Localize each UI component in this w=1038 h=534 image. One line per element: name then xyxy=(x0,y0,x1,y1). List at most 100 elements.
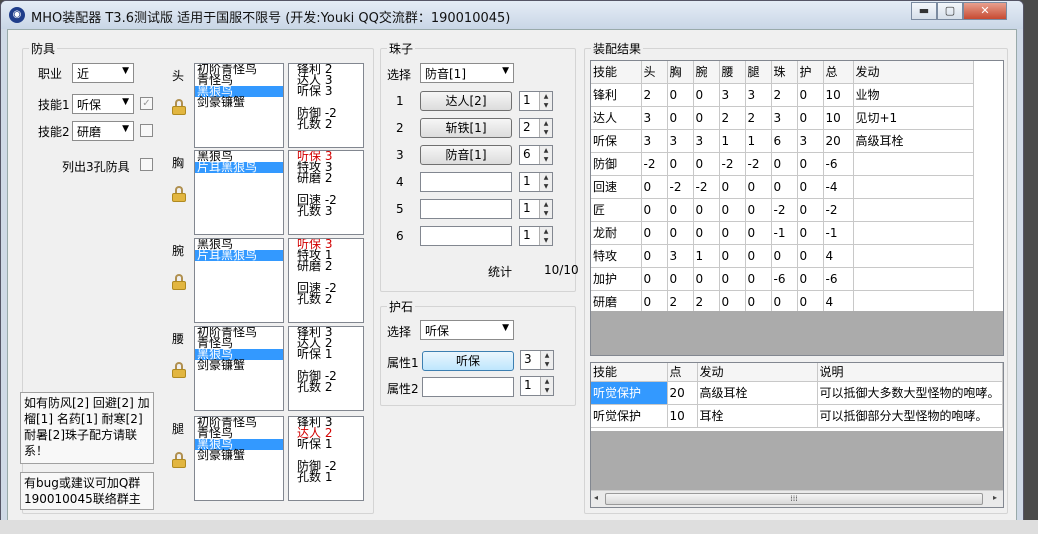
armor-piece-item[interactable]: 片耳黑狼鸟 xyxy=(195,249,283,261)
armor-piece-item[interactable]: 片耳黑狼鸟 xyxy=(195,161,283,173)
charm-select[interactable]: 听保 ▼ xyxy=(420,320,514,340)
result-column-header[interactable]: 头 xyxy=(641,61,668,84)
lock-icon[interactable] xyxy=(172,99,186,115)
charm-attr1-spinner[interactable]: 3 ▲ ▼ xyxy=(520,350,554,370)
result-column-header[interactable]: 腿 xyxy=(745,61,772,84)
result-cell: 3 xyxy=(719,83,746,107)
result-row[interactable]: 防御 -2 0 0 -2 -2 0 0 -6 xyxy=(591,152,974,176)
result-column-header[interactable]: 技能 xyxy=(591,61,642,84)
detail-column-header[interactable]: 发动 xyxy=(697,363,818,382)
jewel-slot-button[interactable] xyxy=(420,172,512,192)
armor-piece-list[interactable]: 初阶青怪鸟 青怪鸟 黑狼鸟 剑豪镰蟹 xyxy=(194,326,284,411)
spin-down-icon[interactable]: ▼ xyxy=(541,386,553,395)
jewel-select[interactable]: 防音[1] ▼ xyxy=(420,63,514,83)
spin-up-icon[interactable]: ▲ xyxy=(541,377,553,386)
lock-icon[interactable] xyxy=(172,274,186,290)
jewel-count-spinner[interactable]: 2 ▲ ▼ xyxy=(519,118,553,138)
spinner-arrows[interactable]: ▲ ▼ xyxy=(539,173,552,191)
result-column-header[interactable]: 护 xyxy=(797,61,824,84)
result-row[interactable]: 匠 0 0 0 0 0 -2 0 -2 xyxy=(591,198,974,222)
list3-checkbox[interactable] xyxy=(140,158,153,171)
spin-up-icon[interactable]: ▲ xyxy=(540,119,552,128)
charm-attr2-spinner[interactable]: 1 ▲ ▼ xyxy=(520,376,554,396)
detail-column-header[interactable]: 技能 xyxy=(591,363,668,382)
spin-down-icon[interactable]: ▼ xyxy=(540,128,552,137)
jewel-count: 2 xyxy=(523,120,531,134)
charm-attr2-button[interactable] xyxy=(422,377,514,397)
result-row[interactable]: 龙耐 0 0 0 0 0 -1 0 -1 xyxy=(591,221,974,245)
jewel-count-spinner[interactable]: 1 ▲ ▼ xyxy=(519,226,553,246)
spin-up-icon[interactable]: ▲ xyxy=(540,92,552,101)
detail-row[interactable]: 听觉保护 20 高级耳栓 可以抵御大多数大型怪物的咆哮。 xyxy=(591,381,1003,405)
spinner-arrows[interactable]: ▲ ▼ xyxy=(539,227,552,245)
spin-down-icon[interactable]: ▼ xyxy=(540,209,552,218)
result-row[interactable]: 达人 3 0 0 2 2 3 0 10 见切+1 xyxy=(591,106,974,130)
lock-icon[interactable] xyxy=(172,186,186,202)
skill1-select[interactable]: 听保 ▼ xyxy=(72,94,134,114)
armor-piece-list[interactable]: 初阶青怪鸟 青怪鸟 黑狼鸟 剑豪镰蟹 xyxy=(194,416,284,501)
jewel-row-number: 4 xyxy=(396,175,404,189)
spin-up-icon[interactable]: ▲ xyxy=(540,146,552,155)
spinner-arrows[interactable]: ▲ ▼ xyxy=(539,92,552,110)
spinner-arrows[interactable]: ▲ ▼ xyxy=(540,351,553,369)
spinner-arrows[interactable]: ▲ ▼ xyxy=(539,146,552,164)
spin-up-icon[interactable]: ▲ xyxy=(540,227,552,236)
result-column-header[interactable]: 胸 xyxy=(667,61,694,84)
detail-column-header[interactable]: 点 xyxy=(667,363,698,382)
result-row[interactable]: 听保 3 3 3 1 1 6 3 20 高级耳栓 xyxy=(591,129,974,153)
result-row[interactable]: 回速 0 -2 -2 0 0 0 0 -4 xyxy=(591,175,974,199)
result-row[interactable]: 加护 0 0 0 0 0 -6 0 -6 xyxy=(591,267,974,291)
spin-down-icon[interactable]: ▼ xyxy=(541,360,553,369)
result-column-header[interactable]: 总 xyxy=(823,61,854,84)
spinner-arrows[interactable]: ▲ ▼ xyxy=(540,377,553,395)
result-cell: 加护 xyxy=(591,267,642,291)
skill1-checkbox[interactable]: ✓ xyxy=(140,97,153,110)
result-row[interactable]: 锋利 2 0 0 3 3 2 0 10 业物 xyxy=(591,83,974,107)
charm-attr1-button[interactable]: 听保 xyxy=(422,351,514,371)
jewel-count-spinner[interactable]: 1 ▲ ▼ xyxy=(519,199,553,219)
maximize-button[interactable]: ▢ xyxy=(937,2,963,20)
spin-down-icon[interactable]: ▼ xyxy=(540,155,552,164)
armor-piece-item[interactable]: 剑豪镰蟹 xyxy=(195,96,283,108)
jewel-slot-button[interactable]: 防音[1] xyxy=(420,145,512,165)
minimize-button[interactable]: ▬ xyxy=(911,2,937,20)
spin-down-icon[interactable]: ▼ xyxy=(540,182,552,191)
lock-icon[interactable] xyxy=(172,452,186,468)
spinner-arrows[interactable]: ▲ ▼ xyxy=(539,200,552,218)
skill2-checkbox[interactable] xyxy=(140,124,153,137)
jewel-count-spinner[interactable]: 6 ▲ ▼ xyxy=(519,145,553,165)
jewel-slot-button[interactable] xyxy=(420,226,512,246)
scroll-right-icon[interactable]: ▸ xyxy=(993,493,997,502)
job-select[interactable]: 近 ▼ xyxy=(72,63,134,83)
jewel-slot-button[interactable]: 达人[2] xyxy=(420,91,512,111)
detail-hscrollbar[interactable]: ◂ ⁞⁞⁞ ▸ xyxy=(591,490,1003,507)
spinner-arrows[interactable]: ▲ ▼ xyxy=(539,119,552,137)
armor-piece-list[interactable]: 黑狼鸟 片耳黑狼鸟 xyxy=(194,238,284,323)
result-column-header[interactable]: 腰 xyxy=(719,61,746,84)
result-column-header[interactable]: 珠 xyxy=(771,61,798,84)
close-button[interactable]: ✕ xyxy=(963,2,1007,20)
armor-piece-list[interactable]: 初阶青怪鸟 青怪鸟 黑狼鸟 剑豪镰蟹 xyxy=(194,63,284,148)
armor-piece-item[interactable]: 剑豪镰蟹 xyxy=(195,359,283,371)
spin-up-icon[interactable]: ▲ xyxy=(541,351,553,360)
armor-piece-list[interactable]: 黑狼鸟 片耳黑狼鸟 xyxy=(194,150,284,235)
spin-up-icon[interactable]: ▲ xyxy=(540,173,552,182)
result-column-header[interactable]: 发动 xyxy=(853,61,974,84)
jewel-slot-button[interactable]: 斩铁[1] xyxy=(420,118,512,138)
result-row[interactable]: 特攻 0 3 1 0 0 0 0 4 xyxy=(591,244,974,268)
spin-up-icon[interactable]: ▲ xyxy=(540,200,552,209)
skill2-select[interactable]: 研磨 ▼ xyxy=(72,121,134,141)
scroll-thumb[interactable]: ⁞⁞⁞ xyxy=(605,493,983,505)
result-row[interactable]: 研磨 0 2 2 0 0 0 0 4 xyxy=(591,290,974,314)
armor-piece-item[interactable]: 剑豪镰蟹 xyxy=(195,449,283,461)
spin-down-icon[interactable]: ▼ xyxy=(540,236,552,245)
spin-down-icon[interactable]: ▼ xyxy=(540,101,552,110)
jewel-count-spinner[interactable]: 1 ▲ ▼ xyxy=(519,91,553,111)
scroll-left-icon[interactable]: ◂ xyxy=(594,493,598,502)
lock-icon[interactable] xyxy=(172,362,186,378)
detail-row[interactable]: 听觉保护 10 耳栓 可以抵御部分大型怪物的咆哮。 xyxy=(591,404,1003,428)
result-column-header[interactable]: 腕 xyxy=(693,61,720,84)
jewel-slot-button[interactable] xyxy=(420,199,512,219)
jewel-count-spinner[interactable]: 1 ▲ ▼ xyxy=(519,172,553,192)
detail-column-header[interactable]: 说明 xyxy=(817,363,1003,382)
